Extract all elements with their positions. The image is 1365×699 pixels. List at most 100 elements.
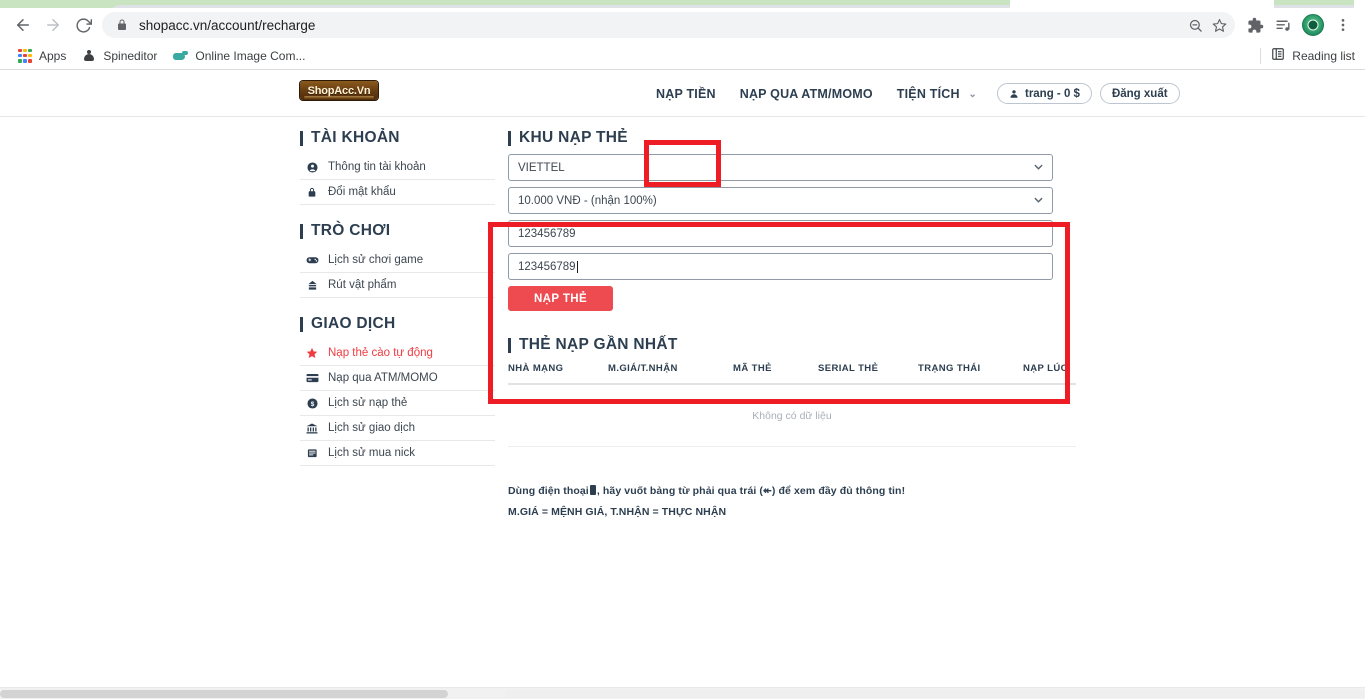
card-code-value: 123456789 <box>518 227 576 240</box>
user-circle-icon <box>303 161 321 173</box>
site-logo-text: ShopAcc.Vn <box>307 84 371 97</box>
title-accent-bar <box>300 130 303 146</box>
gamepad-icon <box>303 255 321 265</box>
sidebar-item-label: Thông tin tài khoản <box>328 161 426 173</box>
footer-notes: Dùng điện thoại , hãy vuốt bảng từ phải q… <box>508 485 1080 518</box>
zoom-out-icon[interactable] <box>1183 13 1207 37</box>
sidebar-item-doi-mat-khau[interactable]: Đổi mật khẩu <box>300 180 495 205</box>
online-image-compressor-icon <box>173 50 189 62</box>
reload-icon[interactable] <box>68 10 98 40</box>
star-icon[interactable] <box>1207 13 1231 37</box>
divider <box>1260 48 1262 64</box>
sidebar-section-title-giao-dich: GIAO DỊCH <box>300 315 495 333</box>
spineditor-icon <box>82 49 96 63</box>
chevron-down-icon <box>1034 161 1043 172</box>
sidebar-item-lich-su-choi-game[interactable]: Lịch sử chơi game <box>300 248 495 273</box>
nav-item-nap-qua-atm-momo[interactable]: NẠP QUA ATM/MOMO <box>728 87 885 101</box>
dollar-circle-icon: $ <box>303 397 321 409</box>
browser-toolbar: shopacc.vn/account/recharge <box>0 8 1365 42</box>
credit-card-icon <box>303 373 321 383</box>
sidebar-item-label: Nạp qua ATM/MOMO <box>328 372 438 384</box>
apps-grid-icon <box>18 48 32 63</box>
title-accent-bar <box>508 337 511 353</box>
column-header-trang-thai: TRẠNG THÁI <box>918 363 1023 385</box>
avatar[interactable] <box>1302 14 1324 36</box>
sidebar-item-nap-qua-atm-momo[interactable]: Nạp qua ATM/MOMO <box>300 366 495 391</box>
section-title-text: GIAO DỊCH <box>311 315 396 332</box>
card-serial-input[interactable]: 123456789 <box>508 253 1053 280</box>
chevron-down-icon <box>1034 194 1043 205</box>
sidebar-item-label: Lịch sử nạp thẻ <box>328 397 408 409</box>
sidebar-item-lich-su-giao-dich[interactable]: Lịch sử giao dịch <box>300 416 495 441</box>
scrollbar-track-right[interactable] <box>505 690 1365 698</box>
nav-label: NẠP TIỀN <box>656 86 716 101</box>
submit-button-label: NẠP THẺ <box>533 292 588 305</box>
panel-title-text: KHU NẠP THẺ <box>519 129 628 146</box>
carrier-select[interactable]: VIETTEL <box>508 154 1053 181</box>
chevron-down-icon: ⌄ <box>968 88 977 100</box>
sidebar-item-label: Rút vật phẩm <box>328 279 397 291</box>
sidebar-item-label: Đổi mật khẩu <box>328 186 396 198</box>
panel-title-text: THẺ NẠP GẦN NHẤT <box>519 336 678 353</box>
lock-icon <box>303 187 321 198</box>
address-bar[interactable]: shopacc.vn/account/recharge <box>102 12 1235 38</box>
list-icon <box>303 448 321 459</box>
logout-label: Đăng xuất <box>1111 87 1168 100</box>
bookmark-apps[interactable]: Apps <box>10 45 74 67</box>
nav-label: NẠP QUA ATM/MOMO <box>739 86 873 101</box>
three-dot-menu-icon[interactable] <box>1329 10 1357 40</box>
sidebar-item-rut-vat-pham[interactable]: Rút vật phẩm <box>300 273 495 298</box>
column-header-mgia-tnhan: M.GIÁ/T.NHẬN <box>608 363 733 385</box>
tab-strip-gap <box>1354 0 1365 8</box>
back-icon[interactable] <box>8 10 38 40</box>
content-area: TÀI KHOẢN Thông tin tài khoản Đổi mật kh… <box>0 117 1365 527</box>
site-logo[interactable]: ShopAcc.Vn <box>300 81 378 100</box>
user-icon <box>1009 89 1019 99</box>
tab-strip-gap <box>1010 0 1274 8</box>
sidebar-section-title-tai-khoan: TÀI KHOẢN <box>300 129 495 147</box>
reading-list-icon <box>1271 47 1285 66</box>
user-balance-label: trang - 0 $ <box>1024 87 1080 100</box>
sidebar-item-label: Nạp thẻ cào tự động <box>328 347 433 359</box>
amount-select-value: 10.000 VNĐ - (nhận 100%) <box>518 194 657 207</box>
svg-text:$: $ <box>310 400 314 407</box>
scrollbar-thumb[interactable] <box>0 690 448 698</box>
column-header-serial-the: SERIAL THẺ <box>818 363 918 385</box>
sidebar-item-nap-the-cao-tu-dong[interactable]: Nạp thẻ cào tự động <box>300 341 495 366</box>
star-icon <box>303 347 321 359</box>
card-code-input[interactable]: 123456789 <box>508 220 1053 247</box>
note-text: Dùng điện thoại <box>508 485 589 497</box>
submit-recharge-button[interactable]: NẠP THẺ <box>508 286 613 311</box>
sidebar-item-thong-tin-tai-khoan[interactable]: Thông tin tài khoản <box>300 155 495 180</box>
nav-item-tien-tich[interactable]: TIỆN TÍCH ⌄ <box>885 87 989 101</box>
url-text: shopacc.vn/account/recharge <box>139 17 316 33</box>
nav-item-nap-tien[interactable]: NẠP TIỀN <box>644 87 728 101</box>
horizontal-scrollbar[interactable] <box>0 687 1365 699</box>
sidebar-item-lich-su-nap-the[interactable]: $ Lịch sử nạp thẻ <box>300 391 495 416</box>
note-line-2: M.GIÁ = MỆNH GIÁ, T.NHẬN = THỰC NHẬN <box>508 506 727 518</box>
sidebar-item-lich-su-mua-nick[interactable]: Lịch sử mua nick <box>300 441 495 466</box>
bookmark-label: Apps <box>39 48 67 63</box>
recharge-panel-title: KHU NẠP THẺ <box>508 129 1080 147</box>
reading-list-button[interactable]: Reading list <box>1260 42 1355 70</box>
user-balance-pill[interactable]: trang - 0 $ <box>996 83 1092 104</box>
puzzle-icon[interactable] <box>1241 10 1269 40</box>
media-list-icon[interactable] <box>1269 10 1297 40</box>
title-accent-bar <box>508 130 511 146</box>
bookmark-label: Online Image Com... <box>195 48 306 63</box>
amount-select[interactable]: 10.000 VNĐ - (nhận 100%) <box>508 187 1053 214</box>
bookmark-online-image-com[interactable]: Online Image Com... <box>165 45 313 67</box>
reading-list-label: Reading list <box>1292 49 1355 63</box>
logout-button[interactable]: Đăng xuất <box>1099 83 1180 104</box>
browser-tab-strip[interactable] <box>0 0 1365 15</box>
section-title-text: TÀI KHOẢN <box>311 129 400 146</box>
bookmark-label: Spineditor <box>103 48 158 63</box>
forward-icon[interactable] <box>38 10 68 40</box>
recent-cards-title: THẺ NẠP GẦN NHẤT <box>508 336 1080 354</box>
sidebar-item-label: Lịch sử giao dịch <box>328 422 415 434</box>
card-serial-value: 123456789 <box>518 260 576 273</box>
sidebar-item-label: Lịch sử mua nick <box>328 447 415 459</box>
text-cursor <box>576 260 578 273</box>
title-accent-bar <box>300 223 303 239</box>
bookmark-spineditor[interactable]: Spineditor <box>74 45 165 67</box>
